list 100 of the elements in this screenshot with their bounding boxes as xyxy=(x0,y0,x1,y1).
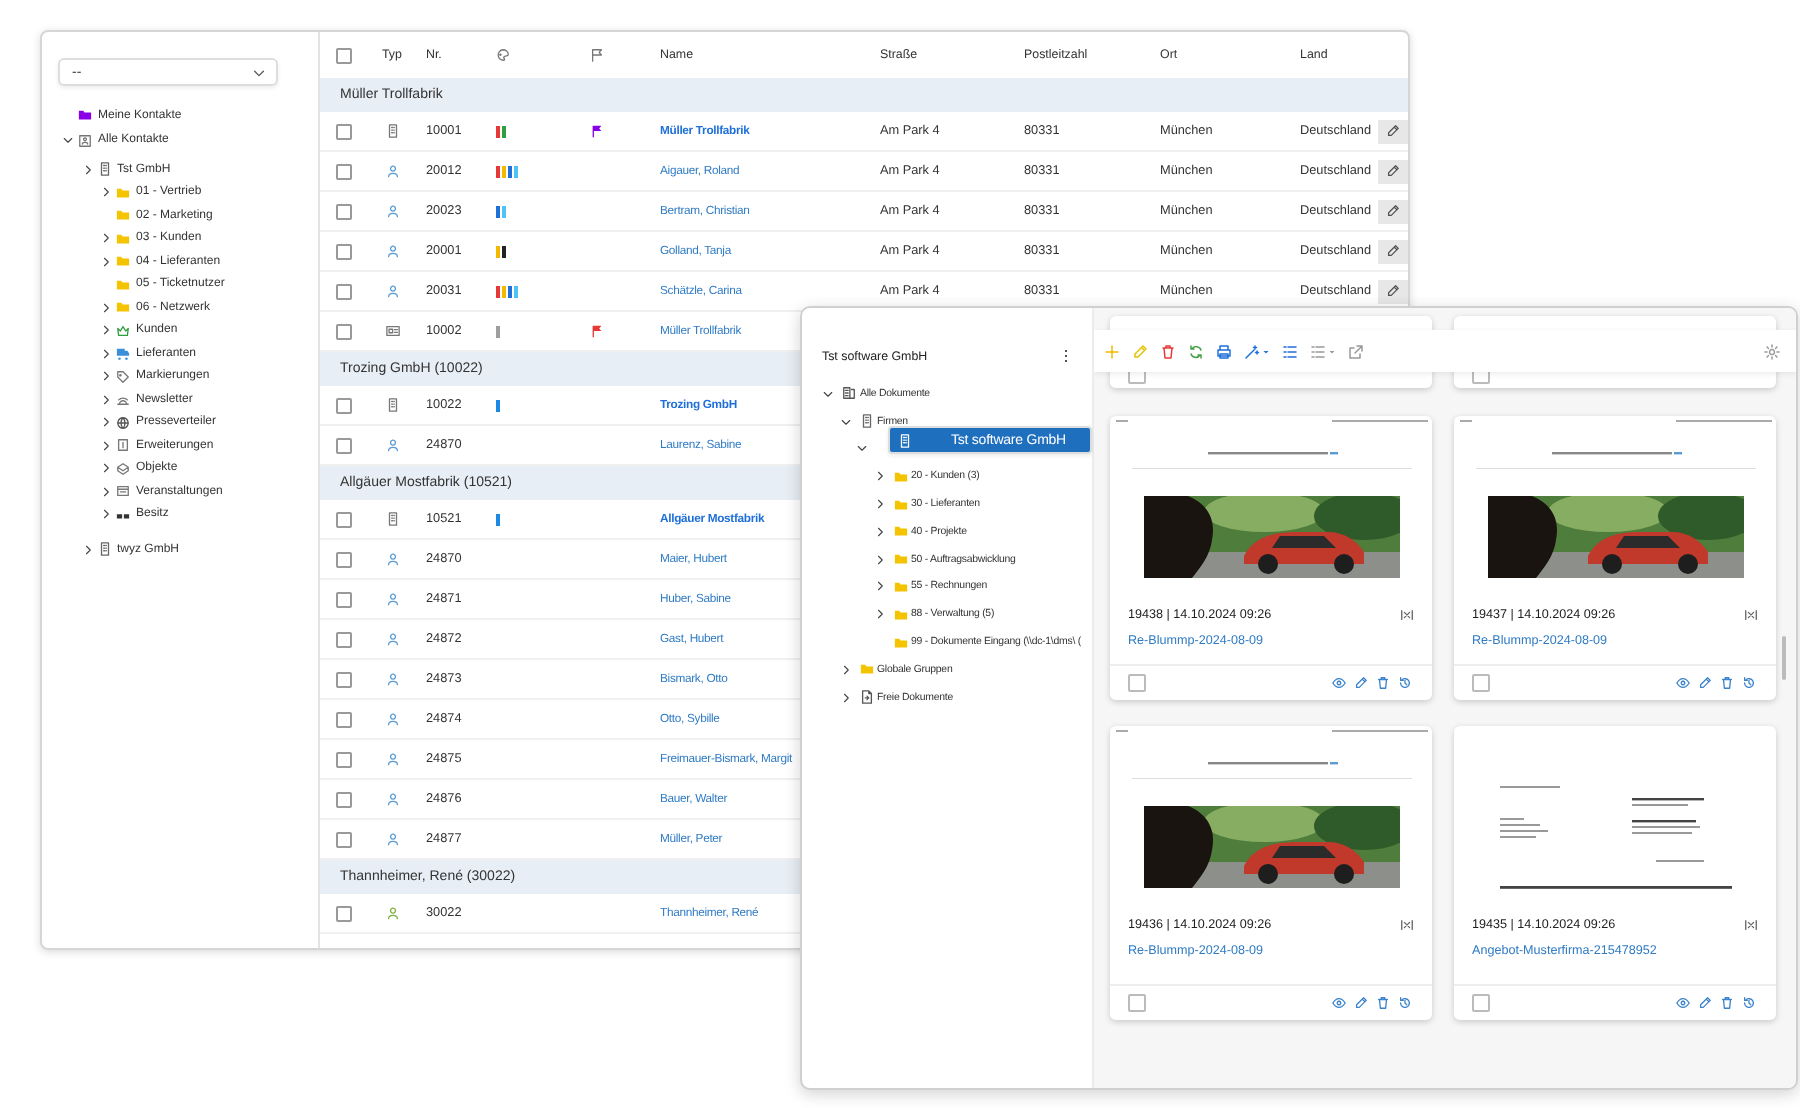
magic-wand-icon[interactable] xyxy=(1244,343,1260,359)
chevron-right-icon[interactable] xyxy=(100,232,112,245)
chevron-right-icon[interactable] xyxy=(100,370,112,383)
chevron-down-icon[interactable] xyxy=(856,442,868,455)
trash-icon[interactable] xyxy=(1720,676,1734,690)
view-icon[interactable] xyxy=(1676,996,1690,1010)
row-checkbox[interactable] xyxy=(336,591,352,607)
row-checkbox[interactable] xyxy=(336,397,352,413)
pencil-icon[interactable] xyxy=(1354,996,1368,1010)
chevron-right-icon[interactable] xyxy=(100,485,112,498)
history-icon[interactable] xyxy=(1398,676,1412,690)
card-checkbox[interactable] xyxy=(1472,674,1490,692)
history-icon[interactable] xyxy=(1742,676,1756,690)
pencil-icon[interactable] xyxy=(1698,676,1712,690)
chevron-right-icon[interactable] xyxy=(100,508,112,521)
pencil-icon[interactable] xyxy=(1698,996,1712,1010)
chevron-right-icon[interactable] xyxy=(100,324,112,337)
chevron-right-icon[interactable] xyxy=(100,186,112,199)
extension-icon xyxy=(116,438,130,453)
chevron-down-icon[interactable] xyxy=(822,387,834,400)
settings-icon[interactable] xyxy=(1764,343,1780,359)
row-checkbox[interactable] xyxy=(336,831,352,847)
edit-button[interactable] xyxy=(1378,239,1408,263)
chevron-right-icon[interactable] xyxy=(873,608,885,621)
contacts-icon xyxy=(78,133,92,148)
chevron-right-icon[interactable] xyxy=(100,462,112,475)
row-checkbox[interactable] xyxy=(336,551,352,567)
building-icon xyxy=(97,542,111,557)
trash-icon[interactable] xyxy=(1160,343,1176,359)
view-icon[interactable] xyxy=(1332,676,1346,690)
chevron-right-icon[interactable] xyxy=(100,255,112,268)
chevron-right-icon[interactable] xyxy=(100,347,112,360)
flag-icon[interactable] xyxy=(590,48,604,62)
chevron-right-icon[interactable] xyxy=(873,498,885,511)
chevron-down-icon[interactable] xyxy=(62,134,74,147)
crown-icon xyxy=(116,323,130,338)
row-checkbox[interactable] xyxy=(336,905,352,921)
truck-icon xyxy=(116,346,130,361)
row-checkbox[interactable] xyxy=(336,283,352,299)
chevron-right-icon[interactable] xyxy=(100,439,112,452)
view-icon[interactable] xyxy=(1332,996,1346,1010)
edit-button[interactable] xyxy=(1378,279,1408,303)
card-checkbox[interactable] xyxy=(1128,994,1146,1012)
card-checkbox[interactable] xyxy=(1128,674,1146,692)
card-checkbox[interactable] xyxy=(1472,994,1490,1012)
tag-icon xyxy=(116,369,130,384)
row-checkbox[interactable] xyxy=(336,671,352,687)
chevron-down-icon xyxy=(252,65,266,79)
history-icon[interactable] xyxy=(1398,996,1412,1010)
pencil-icon xyxy=(1386,204,1400,218)
chevron-right-icon[interactable] xyxy=(81,543,93,556)
external-link-icon[interactable] xyxy=(1348,343,1364,359)
print-icon[interactable] xyxy=(1216,343,1232,359)
row-checkbox[interactable] xyxy=(336,437,352,453)
pencil-icon xyxy=(1386,244,1400,258)
palette-icon[interactable] xyxy=(496,48,510,62)
chevron-right-icon[interactable] xyxy=(873,525,885,538)
history-icon[interactable] xyxy=(1742,996,1756,1010)
chevron-down-icon[interactable] xyxy=(839,415,851,428)
chevron-right-icon[interactable] xyxy=(100,416,112,429)
chevron-right-icon[interactable] xyxy=(100,301,112,314)
row-checkbox[interactable] xyxy=(336,791,352,807)
list-icon[interactable] xyxy=(1310,343,1326,359)
row-checkbox[interactable] xyxy=(336,711,352,727)
folder-icon xyxy=(78,108,92,123)
trash-icon[interactable] xyxy=(1376,996,1390,1010)
chevron-right-icon[interactable] xyxy=(839,691,851,704)
expand-icon[interactable] xyxy=(1744,918,1758,932)
edit-button[interactable] xyxy=(1378,119,1408,143)
chevron-right-icon[interactable] xyxy=(839,663,851,676)
edit-button[interactable] xyxy=(1378,199,1408,223)
list-icon[interactable] xyxy=(1282,343,1298,359)
cube-icon xyxy=(116,461,130,476)
row-checkbox[interactable] xyxy=(336,123,352,139)
row-checkbox[interactable] xyxy=(336,631,352,647)
refresh-icon[interactable] xyxy=(1188,343,1204,359)
edit-button[interactable] xyxy=(1378,159,1408,183)
chevron-right-icon[interactable] xyxy=(873,470,885,483)
row-checkbox[interactable] xyxy=(336,243,352,259)
signal-icon xyxy=(116,392,130,407)
chevron-right-icon[interactable] xyxy=(873,580,885,593)
chevron-right-icon[interactable] xyxy=(100,393,112,406)
chevron-right-icon[interactable] xyxy=(873,553,885,566)
row-checkbox[interactable] xyxy=(336,511,352,527)
building-icon xyxy=(898,433,912,447)
expand-icon[interactable] xyxy=(1400,918,1414,932)
expand-icon[interactable] xyxy=(1400,608,1414,622)
pencil-icon[interactable] xyxy=(1354,676,1368,690)
row-checkbox[interactable] xyxy=(336,163,352,179)
expand-icon[interactable] xyxy=(1744,608,1758,622)
pencil-icon xyxy=(1386,124,1400,138)
row-checkbox[interactable] xyxy=(336,323,352,339)
calendar-icon xyxy=(116,484,130,499)
row-checkbox[interactable] xyxy=(336,203,352,219)
trash-icon[interactable] xyxy=(1376,676,1390,690)
chevron-right-icon[interactable] xyxy=(81,163,93,176)
row-checkbox[interactable] xyxy=(336,751,352,767)
select-all-checkbox[interactable] xyxy=(336,47,352,63)
trash-icon[interactable] xyxy=(1720,996,1734,1010)
view-icon[interactable] xyxy=(1676,676,1690,690)
